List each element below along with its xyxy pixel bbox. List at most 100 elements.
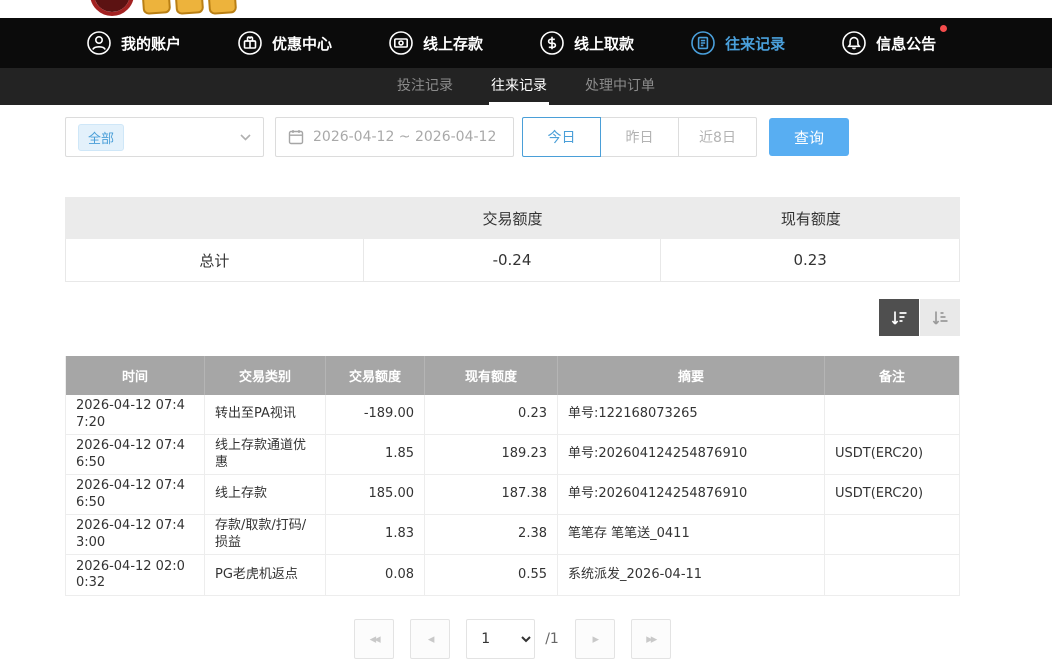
- notification-dot: [940, 25, 947, 32]
- table-header-row: 时间 交易类别 交易额度 现有额度 摘要 备注: [66, 356, 959, 395]
- last-page-icon: ▸▸: [646, 632, 655, 647]
- table-row: 2026-04-12 07:43:00 存款/取款/打码/损益 1.83 2.3…: [66, 515, 959, 555]
- cell-time: 2026-04-12 07:46:50: [66, 475, 205, 514]
- sort-descending-button[interactable]: [879, 299, 919, 336]
- cell-time: 2026-04-12 07:43:00: [66, 515, 205, 554]
- last-page-button[interactable]: ▸▸: [631, 619, 671, 659]
- cell-balance: 189.23: [425, 435, 558, 474]
- yesterday-button[interactable]: 昨日: [600, 117, 679, 157]
- first-page-button[interactable]: ◂◂: [354, 619, 394, 659]
- type-dropdown[interactable]: 全部: [65, 117, 264, 157]
- table-row: 2026-04-12 07:46:50 线上存款通道优惠 1.85 189.23…: [66, 435, 959, 475]
- nav-label: 线上取款: [574, 33, 634, 54]
- cell-balance: 0.55: [425, 555, 558, 595]
- nav-label: 我的账户: [121, 33, 181, 54]
- search-button[interactable]: 查询: [769, 118, 849, 156]
- cell-balance: 187.38: [425, 475, 558, 514]
- type-tag: 全部: [78, 124, 124, 151]
- cell-amount: 1.83: [326, 515, 425, 554]
- cell-time: 2026-04-12 07:46:50: [66, 435, 205, 474]
- summary-total-row: 总计 -0.24 0.23: [65, 239, 960, 282]
- cell-amount: 0.08: [326, 555, 425, 595]
- nav-item-my-account[interactable]: 我的账户: [86, 30, 181, 56]
- cell-summary: 笔笔存 笔笔送_0411: [558, 515, 825, 554]
- cell-balance: 0.23: [425, 395, 558, 434]
- nav-label: 信息公告: [876, 33, 936, 54]
- chevron-down-icon: [240, 134, 251, 141]
- summary-table: 交易额度 现有额度 总计 -0.24 0.23: [65, 197, 960, 282]
- calendar-icon: [288, 129, 304, 145]
- cell-remark: [825, 555, 959, 595]
- tab-processing-orders[interactable]: 处理中订单: [583, 68, 657, 105]
- page-select[interactable]: 1: [466, 619, 535, 659]
- sub-nav: 投注记录 往来记录 处理中订单: [0, 68, 1052, 105]
- cell-balance: 2.38: [425, 515, 558, 554]
- table-row: 2026-04-12 07:47:20 转出至PA视讯 -189.00 0.23…: [66, 395, 959, 435]
- logo-gold-text: [142, 0, 236, 14]
- sort-asc-icon: [930, 308, 950, 328]
- tab-transaction-records[interactable]: 往来记录: [489, 68, 549, 105]
- user-icon: [86, 30, 112, 56]
- quick-range-group: 今日 昨日 近8日: [522, 117, 757, 157]
- last-8-days-button[interactable]: 近8日: [678, 117, 757, 157]
- nav-item-promotions[interactable]: 优惠中心: [237, 30, 332, 56]
- cell-time: 2026-04-12 07:47:20: [66, 395, 205, 434]
- sort-ascending-button[interactable]: [920, 299, 960, 336]
- cell-summary: 系统派发_2026-04-11: [558, 555, 825, 595]
- nav-item-transaction-records[interactable]: 往来记录: [690, 30, 785, 56]
- main-nav: 我的账户 优惠中心 线上存款 线上取款 往来记录 信息公告: [0, 18, 1052, 68]
- header-summary: 摘要: [558, 356, 825, 395]
- nav-label: 优惠中心: [272, 33, 332, 54]
- gift-icon: [237, 30, 263, 56]
- header-balance: 现有额度: [425, 356, 558, 395]
- summary-header-balance: 现有额度: [662, 208, 960, 229]
- withdraw-icon: [539, 30, 565, 56]
- transactions-table: 时间 交易类别 交易额度 现有额度 摘要 备注 2026-04-12 07:47…: [65, 356, 960, 596]
- next-page-button[interactable]: ▸: [575, 619, 615, 659]
- nav-item-online-deposit[interactable]: 线上存款: [388, 30, 483, 56]
- previous-page-button[interactable]: ◂: [410, 619, 450, 659]
- nav-item-announcements[interactable]: 信息公告: [841, 30, 936, 56]
- next-page-icon: ▸: [593, 632, 598, 647]
- nav-label: 往来记录: [725, 33, 785, 54]
- cell-amount: -189.00: [326, 395, 425, 434]
- header-type: 交易类别: [205, 356, 326, 395]
- today-button[interactable]: 今日: [522, 117, 601, 157]
- header-strip: [0, 0, 1052, 18]
- cell-summary: 单号:122168073265: [558, 395, 825, 434]
- cell-type: 线上存款: [205, 475, 326, 514]
- summary-header-row: 交易额度 现有额度: [65, 197, 960, 239]
- total-pages-label: /1: [545, 631, 559, 647]
- pagination: ◂◂ ◂ 1 /1 ▸ ▸▸: [65, 619, 960, 659]
- cell-remark: USDT(ERC20): [825, 475, 959, 514]
- nav-item-online-withdrawal[interactable]: 线上取款: [539, 30, 634, 56]
- first-page-icon: ◂◂: [370, 632, 379, 647]
- cell-remark: USDT(ERC20): [825, 435, 959, 474]
- site-logo[interactable]: [90, 0, 236, 18]
- tab-betting-records[interactable]: 投注记录: [395, 68, 455, 105]
- previous-page-icon: ◂: [428, 632, 433, 647]
- cell-summary: 单号:202604124254876910: [558, 475, 825, 514]
- sort-desc-icon: [889, 308, 909, 328]
- bell-icon: [841, 30, 867, 56]
- cell-summary: 单号:202604124254876910: [558, 435, 825, 474]
- cell-remark: [825, 395, 959, 434]
- summary-transaction-amount: -0.24: [364, 239, 662, 281]
- mascot-logo-icon: [90, 0, 134, 16]
- main-content: 全部 2026-04-12 ~ 2026-04-12 今日 昨日 近8日 查询 …: [65, 117, 960, 659]
- cell-type: PG老虎机返点: [205, 555, 326, 595]
- deposit-icon: [388, 30, 414, 56]
- date-range-value: 2026-04-12 ~ 2026-04-12: [313, 129, 496, 145]
- cell-type: 转出至PA视讯: [205, 395, 326, 434]
- cell-type: 线上存款通道优惠: [205, 435, 326, 474]
- date-range-input[interactable]: 2026-04-12 ~ 2026-04-12: [275, 117, 514, 157]
- records-icon: [690, 30, 716, 56]
- sort-controls: [65, 299, 960, 336]
- summary-header-transaction: 交易额度: [363, 208, 661, 229]
- summary-total-label: 总计: [66, 239, 364, 281]
- table-row: 2026-04-12 02:00:32 PG老虎机返点 0.08 0.55 系统…: [66, 555, 959, 595]
- nav-label: 线上存款: [423, 33, 483, 54]
- table-row: 2026-04-12 07:46:50 线上存款 185.00 187.38 单…: [66, 475, 959, 515]
- cell-time: 2026-04-12 02:00:32: [66, 555, 205, 595]
- cell-remark: [825, 515, 959, 554]
